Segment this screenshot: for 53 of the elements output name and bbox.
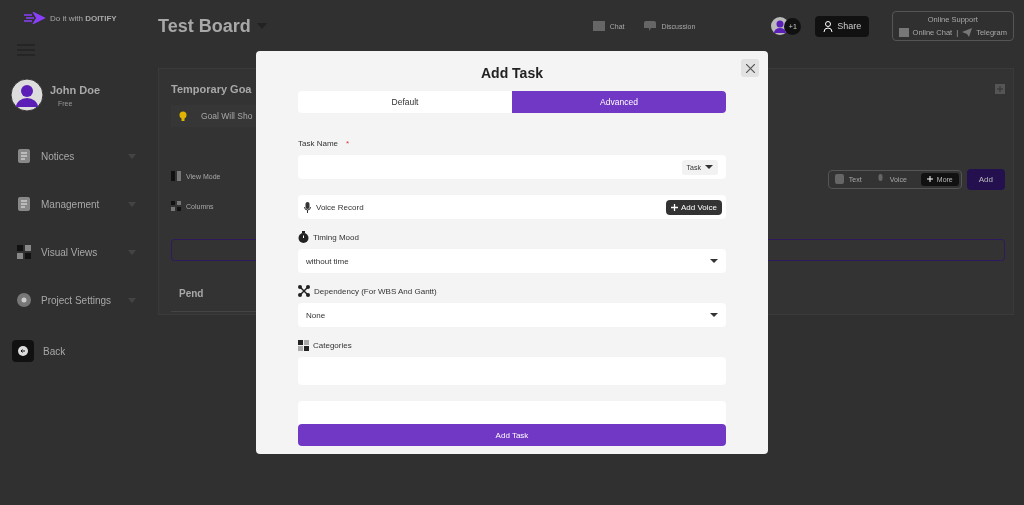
document-icon [16, 148, 32, 164]
sidebar-item[interactable]: Project Settings [41, 294, 119, 306]
paper-plane-icon [962, 28, 973, 37]
board-title: Test Board [158, 15, 251, 37]
avatar [10, 78, 44, 112]
back-icon[interactable] [12, 340, 34, 362]
plus-icon [670, 203, 678, 211]
column-title: Pend [179, 288, 204, 299]
caret-icon [705, 165, 713, 169]
plus-icon [997, 86, 1003, 92]
field-label: Voice Record [316, 202, 365, 212]
close-button[interactable] [741, 59, 759, 77]
mail-icon [592, 21, 605, 31]
person-icon [823, 20, 834, 32]
microphone-icon [304, 201, 311, 213]
add-goal-button[interactable] [995, 84, 1005, 94]
brand-name: Do it with DOITIFY [50, 13, 117, 23]
grid-icon [16, 244, 32, 260]
goal-text: Goal Will Sho [201, 111, 253, 121]
field-label: Task Name [298, 138, 338, 148]
back-link[interactable]: Back [43, 345, 132, 357]
network-icon [298, 285, 310, 297]
add-task-button[interactable]: Add Task [298, 424, 726, 446]
add-button[interactable]: Add [966, 168, 1005, 190]
user-name: John Doe [50, 83, 101, 96]
sidebar-item[interactable]: Visual Views [41, 246, 119, 258]
columns-icon [171, 171, 181, 181]
stopwatch-icon [298, 231, 309, 243]
lightbulb-icon [179, 111, 187, 121]
field-label: Dependency (For WBS And Gantt) [314, 286, 437, 296]
grid-icon [171, 201, 181, 211]
logo-icon [24, 12, 46, 24]
grid-icon [298, 339, 309, 351]
sidebar-item[interactable]: Notices [41, 150, 119, 162]
speech-bubble-icon [644, 21, 657, 31]
sidebar-item[interactable]: Management [41, 198, 119, 210]
share-button[interactable]: Share [815, 15, 870, 37]
close-icon [745, 63, 755, 73]
plus-icon [926, 176, 933, 182]
field-label: Categories [313, 340, 352, 350]
dependency-select[interactable]: None [298, 303, 726, 327]
tab[interactable]: Advanced [512, 91, 726, 113]
timing-select[interactable]: without time [298, 249, 726, 273]
gear-icon [16, 292, 32, 308]
add-voice-button[interactable]: Add Voice [665, 199, 722, 215]
dialog-title: Add Task [481, 65, 543, 81]
field-label: Timing Mood [313, 232, 359, 242]
required-mark: * [346, 138, 350, 148]
caret-icon [710, 259, 718, 263]
tab[interactable]: Default [298, 91, 512, 113]
caret-icon [710, 313, 718, 317]
goal-title: Temporary Goa [171, 83, 252, 95]
mail-icon [898, 28, 909, 37]
